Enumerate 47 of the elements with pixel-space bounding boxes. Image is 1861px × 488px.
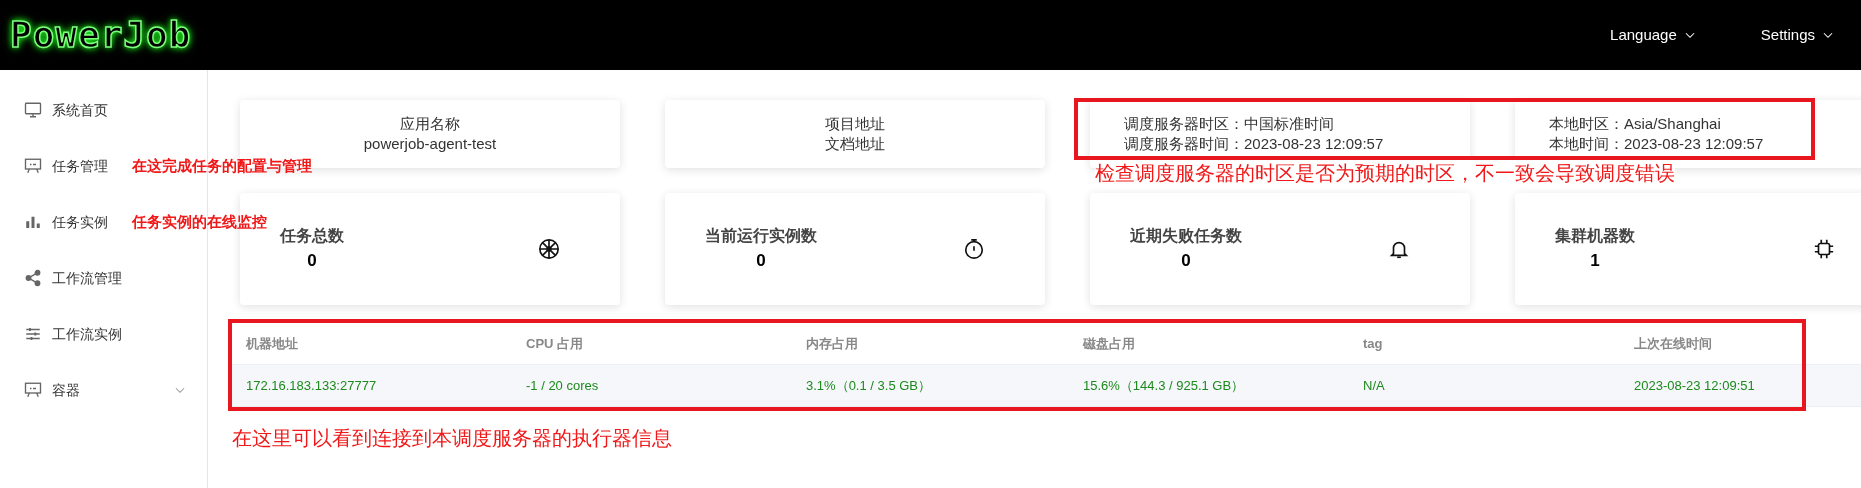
monitor-icon [24,101,42,119]
info-text: 本地时间：2023-08-23 12:09:57 [1549,134,1765,154]
sidebar-item[interactable]: 任务实例 [0,194,114,250]
presentation-icon [24,157,42,175]
wheel-icon [538,238,560,260]
stopwatch-icon [963,238,985,260]
info-text: 项目地址 [825,114,885,134]
info-text: 本地时区：Asia/Shanghai [1549,114,1722,134]
table-cell-text: 172.16.183.133:27777 [246,376,378,395]
info-text: 调度服务器时区：中国标准时间 [1124,114,1335,134]
table-cell-text: N/A [1363,376,1386,395]
sidebar-item[interactable]: 工作流管理 [0,250,128,306]
sliders-icon [24,325,42,343]
annotation-text: 在这完成任务的配置与管理 [132,155,312,176]
menu-dropdown[interactable]: Language [1604,22,1703,48]
stat-value: 1 [1589,250,1601,273]
sidebar-item[interactable]: 系统首页 [0,82,114,138]
stat-value: 0 [306,250,318,273]
presentation-icon [24,381,42,399]
table-cell-text: -1 / 20 cores [526,376,600,395]
stat-value: 0 [755,250,767,273]
info-text: 文档地址 [825,134,885,154]
annotation-text: 任务实例的在线监控 [132,211,267,232]
stat-label: 当前运行实例数 [705,226,817,247]
column-header: 磁盘占用 [1083,334,1136,353]
stat-label: 近期失败任务数 [1130,226,1242,247]
sidebar-item[interactable]: 任务管理 [0,138,114,194]
info-text: powerjob-agent-test [363,134,497,154]
info-text: 应用名称 [400,114,460,134]
chip-icon [1813,238,1835,260]
column-header: 内存占用 [806,334,859,353]
table-cell-text: 15.6%（144.3 / 925.1 GB） [1083,376,1246,395]
column-header: 机器地址 [246,334,299,353]
menu-dropdown[interactable]: Settings [1754,22,1841,48]
info-text: 调度服务器时间：2023-08-23 12:09:57 [1124,134,1385,154]
stat-value: 0 [1180,250,1192,273]
annotation-text: 在这里可以看到连接到本调度服务器的执行器信息 [232,426,672,451]
stat-label: 集群机器数 [1555,226,1635,247]
sidebar-item[interactable]: 工作流实例 [0,306,128,362]
stat-label: 任务总数 [280,226,344,247]
column-header: tag [1363,334,1384,353]
column-header: CPU 占用 [526,334,585,353]
table-cell-text: 3.1%（0.1 / 3.5 GB） [806,376,932,395]
column-header: 上次在线时间 [1634,334,1713,353]
sidebar-item[interactable]: 容器 [0,362,207,418]
share-icon [24,269,42,287]
table-cell-text: 2023-08-23 12:09:51 [1634,376,1756,395]
